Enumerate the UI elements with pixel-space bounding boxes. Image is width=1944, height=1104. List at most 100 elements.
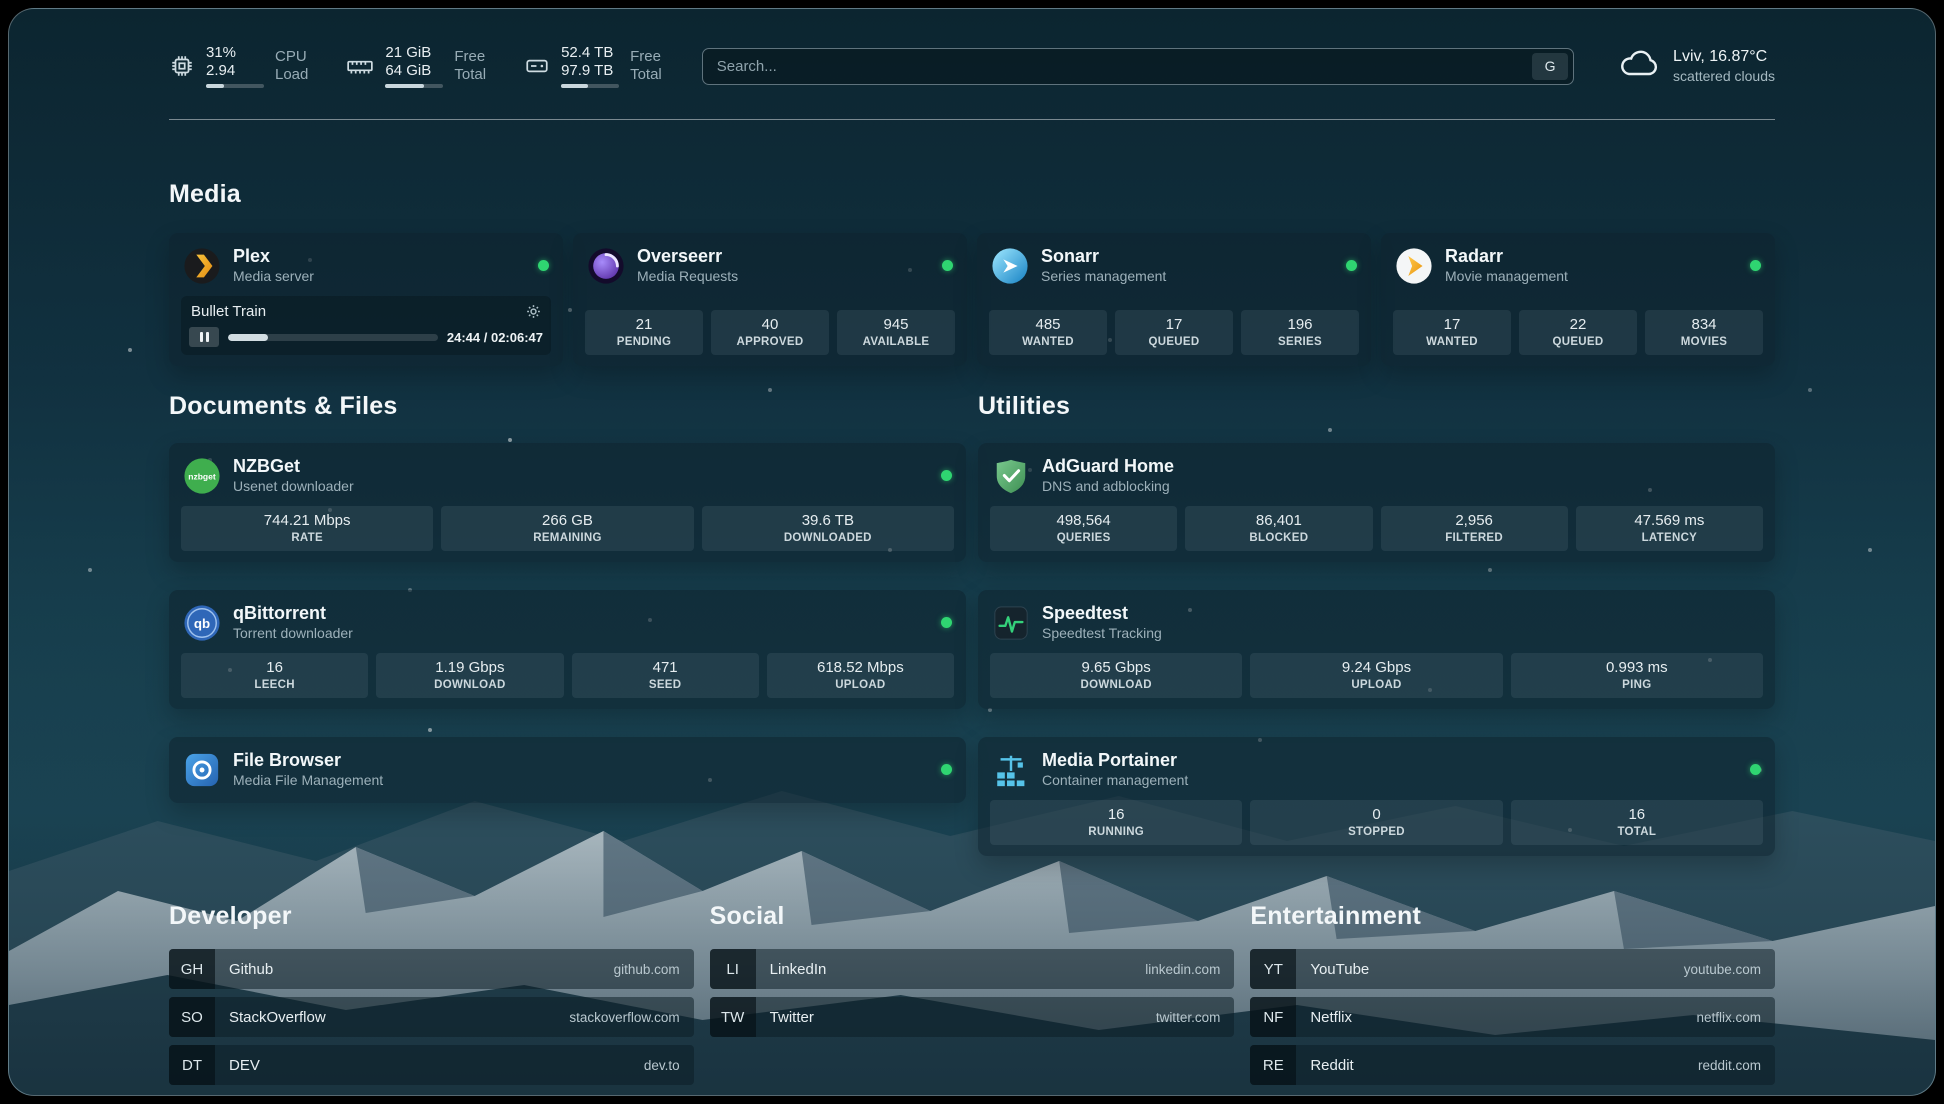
stat-label: BLOCKED xyxy=(1189,532,1368,544)
stat-stopped: 0 STOPPED xyxy=(1250,800,1502,845)
stat-value: 945 xyxy=(841,315,951,334)
overseerr-card[interactable]: Overseerr Media Requests 21 PENDING 40 A… xyxy=(573,233,967,366)
plex-card[interactable]: Plex Media server Bullet Train xyxy=(169,233,563,366)
stat-wanted: 485 WANTED xyxy=(989,310,1107,355)
stat-label: REMAINING xyxy=(445,532,689,544)
speedtest-icon xyxy=(992,604,1030,642)
stat-queued: 22 QUEUED xyxy=(1519,310,1637,355)
portainer-card[interactable]: Media Portainer Container management 16 … xyxy=(978,737,1775,856)
stat-label: WANTED xyxy=(993,336,1103,348)
stat-value: 744.21 Mbps xyxy=(185,511,429,530)
pause-button[interactable] xyxy=(189,327,219,347)
stat-value: 17 xyxy=(1397,315,1507,334)
nzbget-card[interactable]: nzbget NZBGet Usenet downloader 744.21 M… xyxy=(169,443,966,562)
stat-value: 86,401 xyxy=(1189,511,1368,530)
stat-label: SERIES xyxy=(1245,336,1355,348)
stat-label: PENDING xyxy=(589,336,699,348)
stat-filtered: 2,956 FILTERED xyxy=(1381,506,1568,551)
bookmark-dev[interactable]: DT DEV dev.to xyxy=(169,1045,694,1085)
stat-available: 945 AVAILABLE xyxy=(837,310,955,355)
portainer-status-dot xyxy=(1750,764,1761,775)
bookmark-github[interactable]: GH Github github.com xyxy=(169,949,694,989)
stat-value: 618.52 Mbps xyxy=(771,658,950,677)
bookmark-netflix[interactable]: NF Netflix netflix.com xyxy=(1250,997,1775,1037)
search-bar[interactable]: G xyxy=(702,48,1574,85)
radarr-name[interactable]: Radarr xyxy=(1445,246,1568,267)
header-divider xyxy=(169,119,1775,120)
utilities-heading: Utilities xyxy=(978,392,1775,421)
bookmark-reddit[interactable]: RE Reddit reddit.com xyxy=(1250,1045,1775,1085)
bookmark-url: reddit.com xyxy=(1698,1058,1775,1073)
disk-progress-bar xyxy=(561,84,619,88)
adguard-subtitle: DNS and adblocking xyxy=(1042,478,1174,495)
developer-bookmarks: Developer GH Github github.com SO StackO… xyxy=(169,902,694,1085)
plex-name[interactable]: Plex xyxy=(233,246,314,267)
bookmark-abbr: LI xyxy=(710,949,756,989)
speedtest-subtitle: Speedtest Tracking xyxy=(1042,625,1162,642)
filebrowser-card[interactable]: File Browser Media File Management xyxy=(169,737,966,803)
bookmark-stackoverflow[interactable]: SO StackOverflow stackoverflow.com xyxy=(169,997,694,1037)
stat-queued: 17 QUEUED xyxy=(1115,310,1233,355)
bookmark-name: Twitter xyxy=(756,1009,814,1026)
gear-icon[interactable] xyxy=(526,304,541,319)
stat-rate: 744.21 Mbps RATE xyxy=(181,506,433,551)
search-provider-button[interactable]: G xyxy=(1532,53,1568,80)
stat-value: 9.65 Gbps xyxy=(994,658,1238,677)
cpu-label-2: Load xyxy=(275,66,308,84)
media-heading: Media xyxy=(169,180,1775,209)
stat-approved: 40 APPROVED xyxy=(711,310,829,355)
nzbget-name[interactable]: NZBGet xyxy=(233,456,354,477)
bookmark-linkedin[interactable]: LI LinkedIn linkedin.com xyxy=(710,949,1235,989)
filebrowser-subtitle: Media File Management xyxy=(233,772,383,789)
filebrowser-name[interactable]: File Browser xyxy=(233,750,383,771)
stat-label: RATE xyxy=(185,532,429,544)
speedtest-card[interactable]: Speedtest Speedtest Tracking 9.65 Gbps D… xyxy=(978,590,1775,709)
overseerr-icon xyxy=(587,247,625,285)
bookmark-youtube[interactable]: YT YouTube youtube.com xyxy=(1250,949,1775,989)
stat-label: LEECH xyxy=(185,679,364,691)
radarr-card[interactable]: Radarr Movie management 17 WANTED 22 QUE… xyxy=(1381,233,1775,366)
qbittorrent-icon: qb xyxy=(183,604,221,642)
stat-value: 0 xyxy=(1254,805,1498,824)
stat-label: APPROVED xyxy=(715,336,825,348)
cpu-label-1: CPU xyxy=(275,48,308,66)
cloud-icon xyxy=(1618,48,1660,85)
memory-ram-icon xyxy=(346,53,374,79)
stat-value: 16 xyxy=(1515,805,1759,824)
resource-widgets: 31% 2.94 CPU Load xyxy=(169,44,662,88)
nzbget-status-dot xyxy=(941,470,952,481)
stat-pending: 21 PENDING xyxy=(585,310,703,355)
cpu-load-value: 2.94 xyxy=(206,62,264,80)
playback-progress-bar[interactable] xyxy=(228,334,438,341)
adguard-name[interactable]: AdGuard Home xyxy=(1042,456,1174,477)
portainer-name[interactable]: Media Portainer xyxy=(1042,750,1188,771)
memory-label-2: Total xyxy=(454,66,486,84)
qbittorrent-name[interactable]: qBittorrent xyxy=(233,603,353,624)
adguard-card[interactable]: AdGuard Home DNS and adblocking 498,564 … xyxy=(978,443,1775,562)
disk-widget: 52.4 TB 97.9 TB Free Total xyxy=(524,44,662,88)
memory-total-value: 64 GiB xyxy=(385,62,443,80)
disk-label-2: Total xyxy=(630,66,662,84)
stat-value: 40 xyxy=(715,315,825,334)
sonarr-card[interactable]: Sonarr Series management 485 WANTED 17 Q… xyxy=(977,233,1371,366)
social-heading: Social xyxy=(710,902,1235,931)
cpu-widget: 31% 2.94 CPU Load xyxy=(169,44,308,88)
stat-label: DOWNLOADED xyxy=(706,532,950,544)
bookmark-twitter[interactable]: TW Twitter twitter.com xyxy=(710,997,1235,1037)
memory-widget: 21 GiB 64 GiB Free Total xyxy=(346,44,486,88)
stat-value: 196 xyxy=(1245,315,1355,334)
search-input[interactable] xyxy=(717,58,1532,75)
sonarr-name[interactable]: Sonarr xyxy=(1041,246,1166,267)
stat-label: AVAILABLE xyxy=(841,336,951,348)
stat-label: QUEUED xyxy=(1119,336,1229,348)
qbittorrent-card[interactable]: qb qBittorrent Torrent downloader 16 LEE… xyxy=(169,590,966,709)
plex-now-playing: Bullet Train 24:44 / 02:06:47 xyxy=(181,296,551,355)
stat-value: 47.569 ms xyxy=(1580,511,1759,530)
overseerr-name[interactable]: Overseerr xyxy=(637,246,738,267)
stat-running: 16 RUNNING xyxy=(990,800,1242,845)
speedtest-name[interactable]: Speedtest xyxy=(1042,603,1162,624)
stat-label: PING xyxy=(1515,679,1759,691)
bookmark-url: youtube.com xyxy=(1684,962,1775,977)
weather-widget[interactable]: Lviv, 16.87°C scattered clouds xyxy=(1618,47,1775,85)
radarr-subtitle: Movie management xyxy=(1445,268,1568,285)
